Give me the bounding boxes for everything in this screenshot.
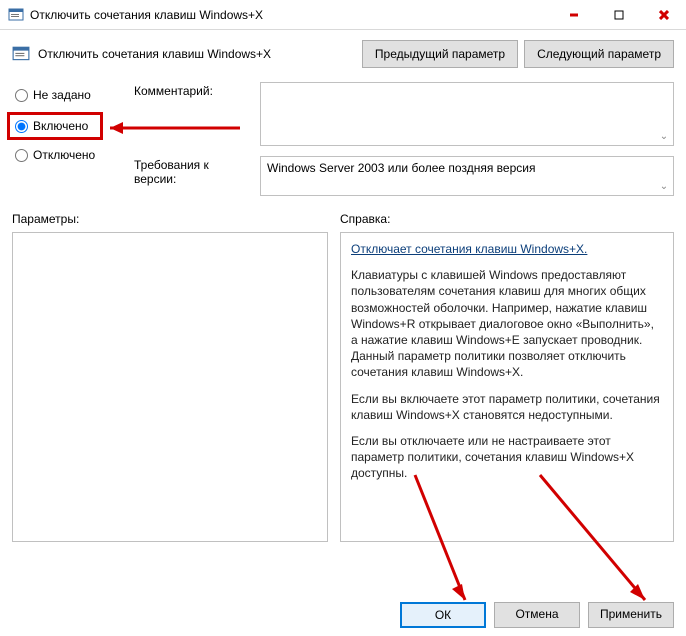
comment-field[interactable]: ⌄: [260, 82, 674, 146]
ok-button[interactable]: ОК: [400, 602, 486, 628]
minimize-button[interactable]: [551, 0, 596, 30]
apply-button[interactable]: Применить: [588, 602, 674, 628]
help-section-label: Справка:: [340, 212, 674, 226]
policy-icon: [8, 7, 24, 23]
radio-not-configured-input[interactable]: [15, 89, 28, 102]
close-button[interactable]: [641, 0, 686, 30]
help-paragraph: Если вы включаете этот параметр политики…: [351, 391, 663, 423]
dialog-buttons: ОК Отмена Применить: [400, 602, 674, 628]
requirements-field: Windows Server 2003 или более поздняя ве…: [260, 156, 674, 196]
help-paragraph: Если вы отключаете или не настраиваете э…: [351, 433, 663, 482]
radio-enabled-label: Включено: [33, 119, 88, 133]
chevron-down-icon: ⌄: [657, 179, 671, 193]
header: Отключить сочетания клавиш Windows+X Пре…: [0, 30, 686, 74]
radio-not-configured-label: Не задано: [33, 88, 91, 102]
window-controls: [551, 0, 686, 30]
policy-icon: [12, 45, 30, 63]
requirements-label: Требования к версии:: [134, 156, 254, 196]
chevron-down-icon: ⌄: [657, 129, 671, 143]
radio-enabled[interactable]: Включено: [12, 117, 96, 135]
options-section-label: Параметры:: [12, 212, 328, 226]
window-title: Отключить сочетания клавиш Windows+X: [30, 8, 263, 22]
radio-disabled-label: Отключено: [33, 148, 95, 162]
titlebar: Отключить сочетания клавиш Windows+X: [0, 0, 686, 30]
help-paragraph: Клавиатуры с клавишей Windows предоставл…: [351, 267, 663, 380]
radio-disabled[interactable]: Отключено: [12, 146, 122, 164]
help-panel: Отключает сочетания клавиш Windows+X. Кл…: [340, 232, 674, 542]
help-title: Отключает сочетания клавиш Windows+X.: [351, 241, 663, 257]
radio-enabled-input[interactable]: [15, 120, 28, 133]
page-title: Отключить сочетания клавиш Windows+X: [38, 47, 271, 61]
next-setting-button[interactable]: Следующий параметр: [524, 40, 674, 68]
requirements-value: Windows Server 2003 или более поздняя ве…: [267, 161, 535, 175]
comment-label: Комментарий:: [134, 82, 254, 146]
radio-disabled-input[interactable]: [15, 149, 28, 162]
state-radio-group: Не задано Включено Отключено: [12, 82, 122, 196]
maximize-button[interactable]: [596, 0, 641, 30]
radio-not-configured[interactable]: Не задано: [12, 86, 122, 104]
cancel-button[interactable]: Отмена: [494, 602, 580, 628]
previous-setting-button[interactable]: Предыдущий параметр: [362, 40, 518, 68]
options-panel: [12, 232, 328, 542]
